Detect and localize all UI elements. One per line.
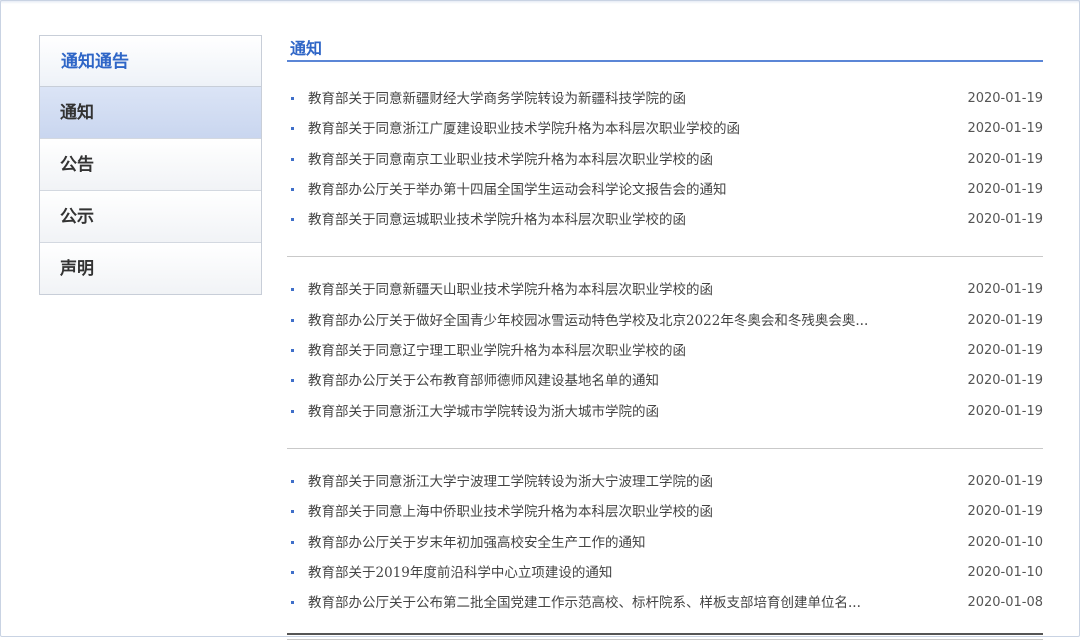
bullet-icon [291, 570, 294, 574]
notice-date: 2020-01-19 [967, 151, 1043, 167]
notice-link[interactable]: 教育部关于同意辽宁理工职业学院升格为本科层次职业学校的函 [308, 340, 686, 362]
list-item[interactable]: 教育部关于同意南京工业职业技术学院升格为本科层次职业学校的函 2020-01-19 [287, 149, 1043, 179]
bullet-icon [291, 187, 294, 191]
bullet-icon [291, 218, 294, 222]
bullet-icon [291, 479, 294, 483]
notice-link[interactable]: 教育部办公厅关于公布第二批全国党建工作示范高校、标杆院系、样板支部培育创建单位名… [308, 592, 861, 614]
list-item[interactable]: 教育部办公厅关于做好全国青少年校园冰雪运动特色学校及北京2022年冬奥会和冬残奥… [287, 310, 1043, 340]
notice-date: 2020-01-19 [967, 121, 1043, 137]
sidebar-item-statement[interactable]: 声明 [40, 243, 261, 294]
bullet-icon [291, 601, 294, 605]
notice-date: 2020-01-19 [967, 373, 1043, 389]
sidebar-item-publicity[interactable]: 公示 [40, 191, 261, 243]
notice-date: 2020-01-19 [967, 282, 1043, 298]
notice-link[interactable]: 教育部办公厅关于岁末年初加强高校安全生产工作的通知 [308, 532, 646, 554]
list-item[interactable]: 教育部办公厅关于举办第十四届全国学生运动会科学论文报告会的通知 2020-01-1… [287, 179, 1043, 209]
notice-link[interactable]: 教育部关于同意浙江大学城市学院转设为浙大城市学院的函 [308, 401, 659, 423]
list-item[interactable]: 教育部办公厅关于公布教育部师德师风建设基地名单的通知 2020-01-19 [287, 370, 1043, 400]
notice-link[interactable]: 教育部关于同意浙江大学宁波理工学院转设为浙大宁波理工学院的函 [308, 471, 713, 493]
bottom-divider [287, 633, 1043, 635]
notice-list: 教育部关于同意新疆财经大学商务学院转设为新疆科技学院的函 2020-01-19 教育… [287, 62, 1043, 640]
list-item[interactable]: 教育部关于同意浙江大学宁波理工学院转设为浙大宁波理工学院的函 2020-01-19 [287, 471, 1043, 501]
sidebar-item-notice[interactable]: 通知 [40, 87, 261, 139]
notice-link[interactable]: 教育部关于同意运城职业技术学院升格为本科层次职业学校的函 [308, 209, 686, 231]
bullet-icon [291, 127, 294, 131]
list-item[interactable]: 教育部办公厅关于岁末年初加强高校安全生产工作的通知 2020-01-10 [287, 532, 1043, 562]
notice-link[interactable]: 教育部办公厅关于公布教育部师德师风建设基地名单的通知 [308, 370, 659, 392]
bullet-icon [291, 540, 294, 544]
list-item[interactable]: 教育部关于2019年度前沿科学中心立项建设的通知 2020-01-10 [287, 562, 1043, 592]
notice-date: 2020-01-19 [967, 312, 1043, 328]
notice-date: 2020-01-19 [967, 403, 1043, 419]
notice-link[interactable]: 教育部关于同意浙江广厦建设职业技术学院升格为本科层次职业学校的函 [308, 118, 740, 140]
main-content: 通知 教育部关于同意新疆财经大学商务学院转设为新疆科技学院的函 2020-01-1… [287, 38, 1043, 640]
notice-link[interactable]: 教育部关于同意南京工业职业技术学院升格为本科层次职业学校的函 [308, 149, 713, 171]
bullet-icon [291, 157, 294, 161]
notice-date: 2020-01-19 [967, 91, 1043, 106]
notice-link[interactable]: 教育部关于2019年度前沿科学中心立项建设的通知 [308, 562, 612, 584]
bullet-icon [291, 510, 294, 514]
notice-date: 2020-01-19 [967, 343, 1043, 359]
notice-link[interactable]: 教育部办公厅关于举办第十四届全国学生运动会科学论文报告会的通知 [308, 179, 727, 201]
notice-date: 2020-01-19 [967, 504, 1043, 520]
page-title: 通知 [290, 39, 323, 58]
notice-date: 2020-01-10 [967, 534, 1043, 550]
bullet-icon [291, 288, 294, 292]
notice-group: 教育部关于同意浙江大学宁波理工学院转设为浙大宁波理工学院的函 2020-01-19… [287, 449, 1043, 640]
sidebar-item-announcement[interactable]: 公告 [40, 139, 261, 191]
notice-date: 2020-01-19 [967, 212, 1043, 228]
sidebar-title: 通知通告 [40, 36, 261, 87]
bullet-icon [291, 318, 294, 322]
notice-date: 2020-01-19 [967, 473, 1043, 489]
notice-link[interactable]: 教育部关于同意上海中侨职业技术学院升格为本科层次职业学校的函 [308, 501, 713, 523]
list-item[interactable]: 教育部关于同意辽宁理工职业学院升格为本科层次职业学校的函 2020-01-19 [287, 340, 1043, 370]
notice-date: 2020-01-08 [967, 595, 1043, 611]
notice-date: 2020-01-19 [967, 181, 1043, 197]
list-item[interactable]: 教育部关于同意上海中侨职业技术学院升格为本科层次职业学校的函 2020-01-19 [287, 501, 1043, 531]
notice-link[interactable]: 教育部关于同意新疆财经大学商务学院转设为新疆科技学院的函 [308, 88, 686, 110]
bullet-icon [291, 409, 294, 413]
list-item[interactable]: 教育部关于同意新疆财经大学商务学院转设为新疆科技学院的函 2020-01-19 [287, 88, 1043, 118]
bullet-icon [291, 97, 294, 100]
notice-link[interactable]: 教育部办公厅关于做好全国青少年校园冰雪运动特色学校及北京2022年冬奥会和冬残奥… [308, 310, 868, 332]
list-item[interactable]: 教育部关于同意新疆天山职业技术学院升格为本科层次职业学校的函 2020-01-19 [287, 279, 1043, 309]
list-item[interactable]: 教育部关于同意浙江广厦建设职业技术学院升格为本科层次职业学校的函 2020-01-… [287, 118, 1043, 148]
sidebar: 通知通告 通知 公告 公示 声明 [39, 35, 262, 295]
list-item[interactable]: 教育部关于同意浙江大学城市学院转设为浙大城市学院的函 2020-01-19 [287, 401, 1043, 431]
notice-link[interactable]: 教育部关于同意新疆天山职业技术学院升格为本科层次职业学校的函 [308, 279, 713, 301]
notice-group: 教育部关于同意新疆天山职业技术学院升格为本科层次职业学校的函 2020-01-19… [287, 257, 1043, 449]
bullet-icon [291, 379, 294, 383]
list-item[interactable]: 教育部办公厅关于公布第二批全国党建工作示范高校、标杆院系、样板支部培育创建单位名… [287, 592, 1043, 622]
notice-group: 教育部关于同意新疆财经大学商务学院转设为新疆科技学院的函 2020-01-19 教育… [287, 62, 1043, 258]
notice-date: 2020-01-10 [967, 564, 1043, 580]
list-item[interactable]: 教育部关于同意运城职业技术学院升格为本科层次职业学校的函 2020-01-19 [287, 209, 1043, 239]
bullet-icon [291, 349, 294, 353]
